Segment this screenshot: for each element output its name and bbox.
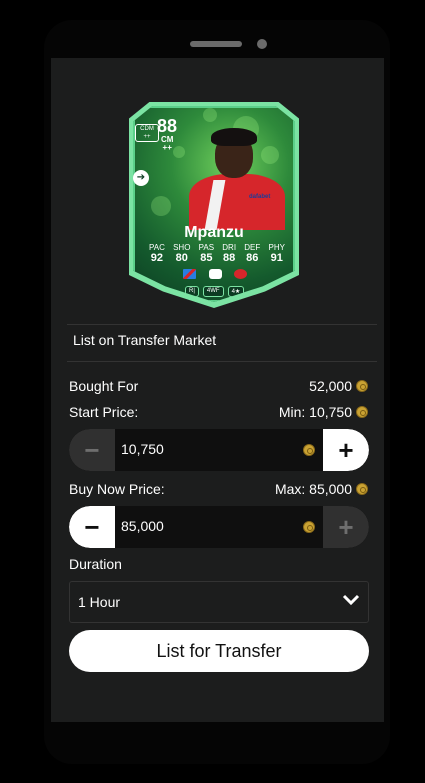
player-hair	[211, 128, 257, 146]
buy-now-field: − 85,000 +	[69, 506, 369, 548]
coin-icon	[356, 406, 368, 418]
start-price-input[interactable]: 10,750	[121, 441, 164, 457]
player-name: Mpanzu	[184, 224, 244, 241]
start-price-field: − 10,750 +	[69, 429, 369, 471]
bought-for-label: Bought For	[69, 378, 139, 394]
start-price-min: Min: 10,750	[278, 404, 352, 420]
card-rating: 88	[157, 116, 178, 136]
nation-flag	[183, 269, 196, 279]
sponsor-logo: dafabet	[249, 194, 271, 200]
duration-label: Duration	[69, 556, 122, 572]
buy-now-decrease-button[interactable]: −	[69, 506, 115, 548]
card-face: dafabet CDM ++ 88 CM ++ ➔ Mpanzu PAC 92 SHO…	[133, 106, 295, 302]
card-badges	[183, 269, 247, 279]
list-for-transfer-button[interactable]: List for Transfer	[69, 630, 369, 672]
chevron-down-icon	[342, 594, 360, 606]
stats-row: PAC 92 SHO 80 PAS 85 DRI 88 DEF 86 PHY 91	[149, 243, 285, 264]
player-card: dafabet CDM ++ 88 CM ++ ➔ Mpanzu PAC 92 SHO…	[129, 102, 299, 308]
buy-now-max: Max: 85,000	[274, 481, 352, 497]
tag-weak-foot: 4WF	[202, 286, 224, 297]
divider-top	[67, 324, 377, 325]
stat-sho: SHO 80	[173, 243, 191, 264]
player-shirt	[189, 174, 285, 230]
start-price-decrease-button[interactable]: −	[69, 429, 115, 471]
duration-dropdown[interactable]: 1 Hour	[69, 581, 369, 623]
phone-speaker	[190, 41, 242, 47]
screen: dafabet CDM ++ 88 CM ++ ➔ Mpanzu PAC 92 SHO…	[51, 58, 384, 722]
buy-now-increase-button[interactable]: +	[323, 506, 369, 548]
buy-now-label: Buy Now Price:	[69, 481, 165, 497]
position-badge: CDM ++	[135, 124, 159, 142]
coin-icon	[303, 444, 315, 456]
club-crest	[234, 269, 247, 279]
player-image: dafabet	[189, 128, 285, 230]
stat-def: DEF 86	[244, 243, 261, 264]
start-price-label: Start Price:	[69, 404, 139, 420]
buy-now-input[interactable]: 85,000	[121, 518, 164, 534]
league-logo	[208, 269, 222, 279]
stat-pas: PAS 85	[198, 243, 215, 264]
alt-position: CM ++	[161, 135, 174, 152]
coin-icon	[356, 380, 368, 392]
coin-icon	[356, 483, 368, 495]
stat-dri: DRI 88	[222, 243, 237, 264]
stat-phy: PHY 91	[268, 243, 285, 264]
chemistry-style-icon: ➔	[133, 170, 149, 186]
divider-bottom	[67, 361, 377, 362]
panel-title: List on Transfer Market	[73, 332, 217, 348]
phone-camera	[257, 39, 267, 49]
duration-value: 1 Hour	[78, 594, 121, 610]
coin-icon	[303, 521, 315, 533]
start-price-increase-button[interactable]: +	[323, 429, 369, 471]
bought-for-value: 52,000	[309, 378, 352, 394]
stat-pac: PAC 92	[149, 243, 165, 264]
